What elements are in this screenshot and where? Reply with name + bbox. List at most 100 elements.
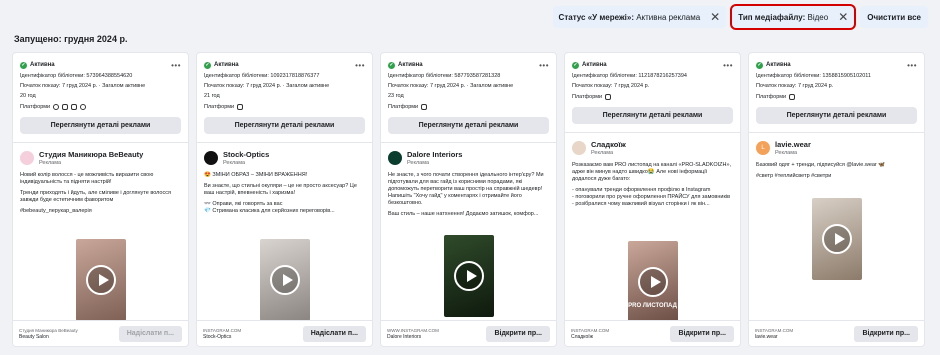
status-label: Активна [398, 62, 423, 68]
library-id: Ідентифікатор бібліотеки: 13588159051020… [756, 73, 871, 79]
ad-card: ✓ Активна ••• Ідентифікатор бібліотеки: 109… [196, 52, 373, 347]
advertiser-name[interactable]: Студия Маникюра BeBeauty [39, 150, 143, 159]
sponsored-label: Реклама [407, 160, 430, 166]
platforms-label: Платформи [756, 94, 787, 100]
ad-body-text: Тренди приходять і йдуть, але сміливе і … [20, 190, 171, 203]
platforms-label: Платформи [20, 104, 51, 110]
avatar[interactable]: L [756, 141, 770, 155]
advertiser-name[interactable]: Сладкоїж [591, 140, 626, 149]
video-thumbnail[interactable] [75, 239, 126, 321]
platforms-label: Платформи [204, 104, 235, 110]
status-badge: ✓ Активна [20, 61, 55, 69]
more-options-icon[interactable]: ••• [171, 61, 181, 70]
advertiser-header: Llavie.wear Реклама [749, 133, 924, 156]
advertiser-name[interactable]: Dalore Interiors [407, 150, 462, 159]
view-ad-details-button[interactable]: Переглянути деталі реклами [20, 117, 181, 134]
ad-body-text: Не знаєте, з чого почати створення ідеал… [388, 172, 544, 206]
platforms-label: Платформи [572, 94, 603, 100]
filter-chip-media-type[interactable]: Тип медіафайлу: Відео ✕ [730, 4, 857, 30]
status-badge: ✓ Активна [572, 61, 607, 69]
cta-button[interactable]: Надіслати п... [302, 325, 366, 342]
video-thumbnail[interactable]: PRO ЛИСТОПАД [627, 241, 678, 323]
avatar[interactable] [572, 141, 586, 155]
footer-name: Сладкоїж [571, 333, 593, 340]
cta-button[interactable]: Відкрити пр... [486, 325, 550, 342]
video-overlay-text: PRO ЛИСТОПАД [628, 303, 677, 309]
sponsored-label: Реклама [591, 150, 614, 156]
instagram-icon [789, 94, 796, 100]
check-icon: ✓ [204, 61, 211, 69]
video-thumbnail[interactable] [443, 235, 494, 317]
library-id: Ідентифікатор бібліотеки: 11218782162573… [572, 73, 687, 79]
more-options-icon[interactable]: ••• [723, 61, 733, 70]
avatar[interactable] [20, 151, 34, 165]
instagram-icon [421, 104, 428, 110]
play-icon[interactable] [637, 267, 668, 297]
video-thumbnail[interactable] [811, 198, 862, 280]
ad-footer: INSTAGRAM.COM lavie.wear Відкрити пр... [749, 320, 924, 346]
library-id: Ідентифікатор бібліотеки: 57396438855462… [20, 73, 133, 79]
library-id: Ідентифікатор бібліотеки: 58779358728132… [388, 73, 501, 79]
footer-source: INSTAGRAM.COM [203, 327, 242, 333]
ad-card: ✓ Активна ••• Ідентифікатор бібліотеки: 135… [748, 52, 925, 347]
cta-button[interactable]: Надіслати п... [118, 325, 182, 342]
view-ad-details-button[interactable]: Переглянути деталі реклами [572, 107, 733, 124]
platforms-row: Платформи [20, 104, 181, 110]
advertiser-name[interactable]: Stock-Optics [223, 150, 269, 159]
status-label: Активна [766, 62, 791, 68]
instagram-icon [605, 94, 612, 100]
show-start: Початок показу: 7 груд 2024 р. · Загалом… [20, 83, 146, 89]
show-start: Початок показу: 7 груд 2024 р. [756, 83, 834, 89]
active-duration: 21 год [204, 93, 220, 99]
platforms-row: Платформи [756, 94, 917, 100]
more-options-icon[interactable]: ••• [539, 61, 549, 70]
platforms-label: Платформи [388, 104, 419, 110]
close-icon[interactable]: ✕ [838, 11, 848, 23]
advertiser-header: Stock-Optics Реклама [197, 143, 372, 166]
cta-button[interactable]: Відкрити пр... [854, 325, 918, 342]
play-icon[interactable] [269, 265, 300, 295]
sponsored-label: Реклама [223, 160, 246, 166]
instagram-icon [62, 104, 69, 110]
avatar[interactable] [204, 151, 218, 165]
view-ad-details-button[interactable]: Переглянути деталі реклами [756, 107, 917, 124]
platforms-row: Платформи [388, 104, 549, 110]
platforms-row: Платформи [572, 94, 733, 100]
close-icon[interactable]: ✕ [710, 11, 720, 23]
play-icon[interactable] [453, 261, 484, 291]
more-options-icon[interactable]: ••• [355, 61, 365, 70]
launched-heading: Запущено: грудня 2024 р. [14, 34, 128, 44]
view-ad-details-button[interactable]: Переглянути деталі реклами [204, 117, 365, 134]
messenger-icon [71, 104, 78, 110]
status-badge: ✓ Активна [388, 61, 423, 69]
advertiser-name[interactable]: lavie.wear [775, 140, 811, 149]
cta-button[interactable]: Відкрити пр... [670, 325, 734, 342]
ad-body-text: 👓 Оправи, які говорять за вас 💎 Стримана… [204, 201, 335, 214]
footer-source: INSTAGRAM.COM [571, 327, 610, 333]
play-icon[interactable] [821, 224, 852, 254]
advertiser-header: Студия Маникюра BeBeauty Реклама [13, 143, 188, 166]
ad-footer: INSTAGRAM.COM Сладкоїж Відкрити пр... [565, 320, 740, 346]
check-icon: ✓ [756, 61, 763, 69]
more-options-icon[interactable]: ••• [907, 61, 917, 70]
video-thumbnail[interactable] [259, 239, 310, 321]
footer-name: Dalore Interiors [387, 333, 422, 340]
active-duration: 20 год [20, 93, 36, 99]
check-icon: ✓ [572, 61, 579, 69]
ad-body: Не знаєте, з чого почати створення ідеал… [381, 166, 556, 218]
ad-body-text: Ваш стиль – наше натхнення! Додаємо зати… [388, 211, 539, 217]
avatar[interactable] [388, 151, 402, 165]
library-id: Ідентифікатор бібліотеки: 10923178188763… [204, 73, 320, 79]
status-label: Активна [582, 62, 607, 68]
ad-footer: Студия Маникюра BeBeauty Beauty Salon Наді… [13, 320, 188, 346]
ad-footer: INSTAGRAM.COM Stock-Optics Надіслати п... [197, 320, 372, 346]
filter-chip-network-status[interactable]: Статус «У мережі»: Активна реклама ✕ [552, 6, 727, 28]
play-icon[interactable] [85, 265, 116, 295]
ad-body: Базовий одяг + тренди, підписуйся @lavie… [749, 156, 924, 180]
status-label: Активна [214, 62, 239, 68]
clear-all-button[interactable]: Очистити все [860, 6, 928, 28]
footer-name: Stock-Optics [203, 333, 232, 340]
ad-card: ✓ Активна ••• Ідентифікатор бібліотеки: 587… [380, 52, 557, 347]
ad-body-text: Базовий одяг + тренди, підписуйся @lavie… [756, 162, 886, 168]
view-ad-details-button[interactable]: Переглянути деталі реклами [388, 117, 549, 134]
